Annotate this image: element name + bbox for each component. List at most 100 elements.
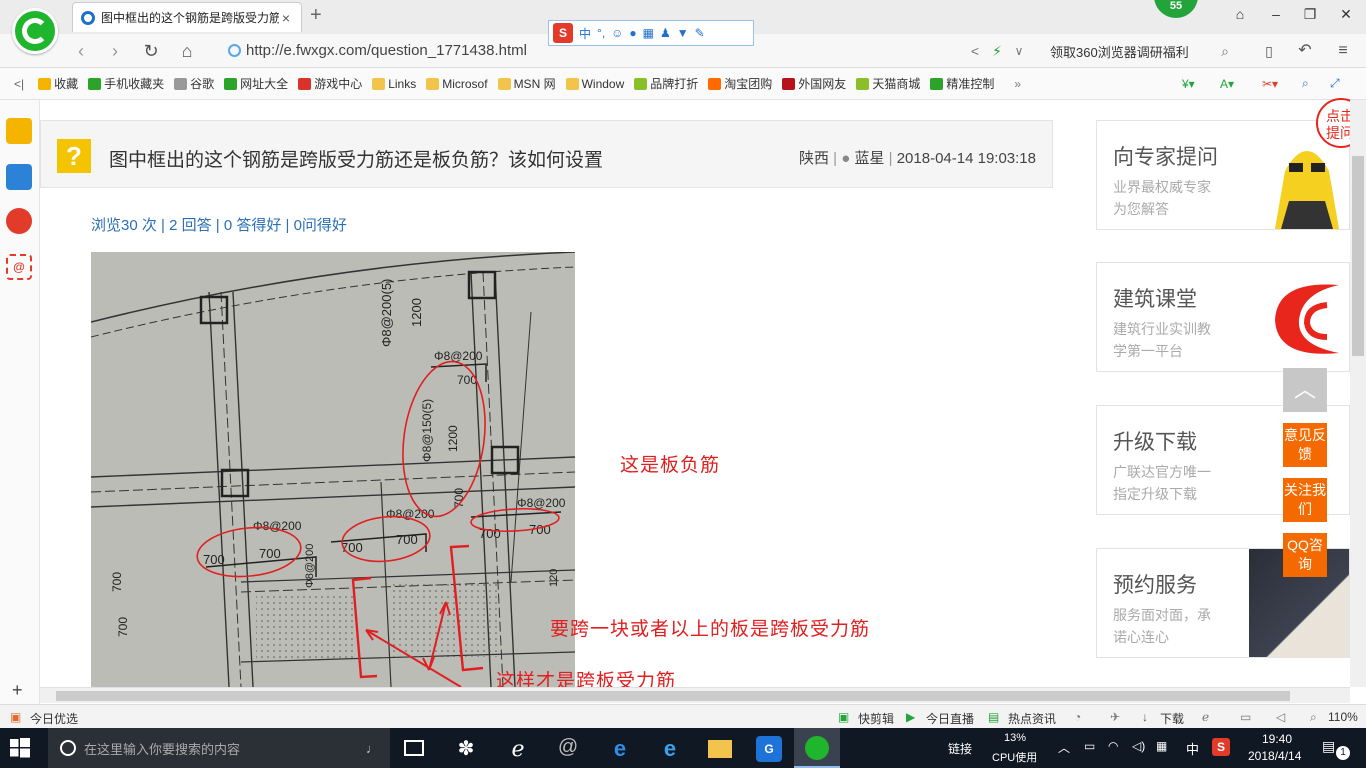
reload-icon[interactable]: ↻ [140,40,162,62]
favorites-star-icon[interactable] [6,118,32,144]
ie-compat-icon[interactable]: ℯ [1202,710,1209,724]
ime-tray-label[interactable]: 中 [1186,739,1199,758]
lightning-icon[interactable]: ⚡ [986,40,1008,62]
forward-arrow-icon[interactable]: › [104,40,126,62]
reading-list-icon[interactable] [6,164,32,190]
bookmark-item[interactable]: Window [565,77,624,91]
bookmark-item[interactable]: 品牌打折 [634,75,698,92]
skin-shirt-icon[interactable]: ⌂ [1228,6,1252,26]
ime-mode-label[interactable]: 中 [579,25,591,42]
user-level-badge[interactable]: 55 [1154,0,1198,18]
bookmark-item[interactable]: 手机收藏夹 [88,75,164,92]
browser-tab-active[interactable]: 图中框出的这个钢筋是跨版受力筋 × [72,2,302,32]
expand-icon[interactable]: ⤢ [1330,76,1340,91]
search-icon[interactable]: ⌕ [1214,40,1236,62]
spiral-app-icon[interactable]: @ [556,736,580,760]
money-icon[interactable]: ¥▾ [1182,77,1195,91]
back-arrow-icon[interactable]: ‹ [70,40,92,62]
weibo-icon[interactable] [6,208,32,234]
bookmark-item[interactable]: 网址大全 [224,75,288,92]
shirt-icon[interactable]: ▼ [677,26,689,40]
punctuation-icon[interactable]: °, [597,26,605,40]
horizontal-scrollbar[interactable] [40,687,1350,703]
menu-icon[interactable]: ≡ [1332,40,1354,62]
tab-close-icon[interactable]: × [279,10,293,26]
email-at-icon[interactable]: @ [6,254,32,280]
sogou-tray-icon[interactable]: S [1212,738,1230,756]
battery-icon[interactable]: ▭ [1084,739,1095,753]
clock-date[interactable]: 2018/4/14 [1248,749,1301,763]
pin-icon[interactable]: ✈ [1110,710,1120,724]
speed-icon[interactable]: ◔ [1074,710,1081,724]
360-browser-logo[interactable] [12,8,58,54]
promo-link[interactable]: 领取360浏览器调研福利 [1050,42,1189,61]
download-link[interactable]: 下载 [1160,710,1184,727]
hot-news-link[interactable]: 热点资讯 [1008,710,1056,727]
emoji-icon[interactable]: ☺ [611,26,623,40]
back-to-top-button[interactable]: ︿ [1283,368,1327,412]
question-author[interactable]: 蓝星 [854,150,884,167]
volume-icon[interactable]: ◁) [1132,739,1145,753]
bookmark-item[interactable]: Links [372,77,416,91]
maximize-button[interactable]: ❐ [1298,6,1322,26]
feedback-button[interactable]: 意见反馈 [1283,423,1327,467]
bookmark-item[interactable]: 淘宝团购 [708,75,772,92]
microphone-icon[interactable]: ♩ [366,741,379,756]
mobile-icon[interactable]: ▯ [1258,40,1280,62]
undo-icon[interactable]: ↶ [1294,40,1316,62]
question-photo[interactable]: Φ8@200(5) 1200 Φ8@200 700 Φ8@150(5) 1200… [91,252,575,687]
translate-icon[interactable]: A▾ [1220,77,1234,91]
bookmark-item[interactable]: 收藏 [38,75,78,92]
sidebar-toggle-icon[interactable]: <| [14,77,24,91]
follow-us-button[interactable]: 关注我们 [1283,478,1327,522]
bookmark-item[interactable]: 精准控制 [930,75,994,92]
bookmark-item[interactable]: MSN 网 [497,75,556,92]
mute-icon[interactable]: ◁ [1276,710,1285,724]
chevron-down-icon[interactable]: ∨ [1008,40,1030,62]
tray-link-label[interactable]: 链接 [948,740,972,757]
share-icon[interactable]: < [964,40,986,62]
360-browser-taskbar-icon[interactable] [805,736,829,760]
edge-browser-icon[interactable]: e [608,736,632,761]
zoom-search-icon[interactable]: ⌕ [1302,76,1309,91]
quick-edit-link[interactable]: 快剪辑 [858,710,894,727]
close-window-button[interactable]: ✕ [1334,6,1358,26]
live-link[interactable]: 今日直播 [926,710,974,727]
card-building-course[interactable]: 建筑课堂 建筑行业实训教 学第一平台 [1096,262,1350,372]
file-explorer-icon[interactable] [708,740,732,758]
today-picks-link[interactable]: 今日优选 [30,710,78,727]
tray-expand-icon[interactable]: ︿ [1058,739,1070,756]
more-bookmarks-icon[interactable]: » [1014,77,1021,91]
bookmark-item[interactable]: 天猫商城 [856,75,920,92]
bookmark-item[interactable]: Microsof [426,77,488,91]
edge-e-icon[interactable]: ℯ [506,736,530,761]
glodon-g-icon[interactable]: G [756,736,782,762]
clock-time[interactable]: 19:40 [1262,732,1292,746]
scroll-thumb[interactable] [1352,156,1364,356]
new-tab-button[interactable]: + [310,4,322,27]
bookmark-item[interactable]: 谷歌 [174,75,214,92]
wrench-icon[interactable]: ✎ [695,26,705,40]
zoom-level[interactable]: 110% [1328,710,1358,724]
bookmark-item[interactable]: 游戏中心 [298,75,362,92]
home-icon[interactable]: ⌂ [176,40,198,62]
wifi-icon[interactable]: ◠ [1108,739,1118,753]
internet-explorer-icon[interactable]: e [658,736,682,761]
windows-start-icon[interactable] [10,738,30,758]
mic-icon[interactable]: ● [629,26,636,40]
scroll-thumb[interactable] [56,691,1290,701]
add-sidebar-icon[interactable]: + [12,680,23,701]
notification-center-icon[interactable]: ▤ [1322,738,1335,755]
ime-toolbar[interactable]: S 中 °, ☺ ● ▦ ♟ ▼ ✎ [548,20,754,46]
taskbar-search-box[interactable]: 在这里输入你要搜索的内容 ♩ [48,728,390,768]
keyboard-tray-icon[interactable]: ▦ [1156,739,1167,753]
vertical-scrollbar[interactable] [1350,100,1366,687]
bookmark-item[interactable]: 外国网友 [782,75,846,92]
pinwheel-app-icon[interactable]: ✽ [454,736,478,760]
qq-consult-button[interactable]: QQ咨询 [1283,533,1327,577]
scissors-icon[interactable]: ✂▾ [1262,77,1278,91]
window-mode-icon[interactable]: ▭ [1240,710,1251,724]
user-icon[interactable]: ♟ [660,26,671,40]
minimize-button[interactable]: – [1264,6,1288,26]
zoom-icon[interactable]: ⌕ [1310,710,1317,725]
